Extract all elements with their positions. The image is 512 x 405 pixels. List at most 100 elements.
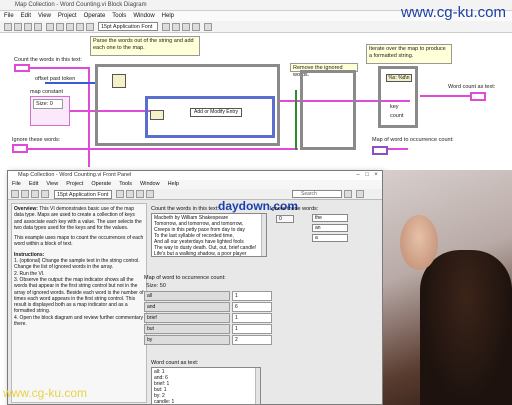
dbl-node[interactable] — [150, 110, 164, 120]
front-panel-title: Map Collection - Word Counting.vi Front … — [8, 171, 382, 180]
instruction-step-3: 3. Observe the output: the map indicator… — [14, 276, 144, 315]
cleanup-icon[interactable] — [204, 23, 212, 31]
map-indicator-terminal[interactable] — [372, 146, 388, 155]
label-ignore-words-fp: Ignore these words: — [270, 206, 319, 212]
map-value-cell[interactable]: 1 — [232, 313, 272, 323]
menu-view[interactable]: View — [38, 11, 51, 21]
fp-run-continuous-icon[interactable] — [21, 190, 29, 198]
text-string-control[interactable]: Macbeth by William Shakespeare Tomorrow,… — [151, 213, 267, 257]
fp-help-icon[interactable] — [356, 190, 364, 198]
fp-reorder-icon[interactable] — [146, 190, 154, 198]
wire-map-indicator — [388, 148, 408, 150]
run-arrow-icon[interactable] — [4, 23, 12, 31]
fp-menu-window[interactable]: Window — [140, 180, 160, 189]
map-key-cell[interactable]: but — [144, 324, 230, 334]
fp-resize-icon[interactable] — [136, 190, 144, 198]
fp-pause-icon[interactable] — [41, 190, 49, 198]
for-loop-remove[interactable] — [300, 70, 356, 150]
step-into-icon[interactable] — [66, 23, 74, 31]
label-word-count-text: Word count as text: — [448, 84, 496, 90]
fp-font-selector[interactable]: 15pt Application Font — [54, 190, 112, 199]
fp-run-arrow-icon[interactable] — [11, 190, 19, 198]
fp-menu-file[interactable]: File — [12, 180, 21, 189]
reorder-icon[interactable] — [192, 23, 200, 31]
step-out-icon[interactable] — [86, 23, 94, 31]
fp-menu-view[interactable]: View — [46, 180, 58, 189]
map-constant-size: Size: 0 — [33, 99, 63, 109]
menu-project[interactable]: Project — [58, 11, 77, 21]
map-constant-box[interactable]: Size: 0 — [30, 96, 70, 126]
retain-wire-values-icon[interactable] — [56, 23, 64, 31]
menu-tools[interactable]: Tools — [112, 11, 126, 21]
fp-distribute-icon[interactable] — [126, 190, 134, 198]
pause-icon[interactable] — [34, 23, 42, 31]
wire-boolean — [295, 90, 297, 150]
abort-icon[interactable] — [24, 23, 32, 31]
align-icon[interactable] — [162, 23, 170, 31]
wire-text — [30, 67, 90, 69]
menu-edit[interactable]: Edit — [21, 11, 31, 21]
run-continuous-icon[interactable] — [14, 23, 22, 31]
word-count-line: candle: 1 — [154, 399, 175, 405]
wire-ignore — [28, 148, 298, 150]
fp-menu-operate[interactable]: Operate — [91, 180, 111, 189]
label-map-occurrence: Map of word to occurrence count: — [372, 137, 454, 143]
ignore-array-index[interactable]: 0 — [276, 215, 294, 223]
match-pattern-node[interactable] — [112, 74, 126, 88]
block-diagram-toolbar: 15pt Application Font — [0, 21, 512, 33]
add-or-modify-entry-node[interactable]: Add or Modify Entry — [190, 108, 242, 117]
instructions-heading: Instructions: — [14, 251, 45, 258]
menu-operate[interactable]: Operate — [84, 11, 106, 21]
inplace-structure[interactable] — [145, 96, 275, 138]
map-value-cell[interactable]: 1 — [232, 291, 272, 301]
menu-file[interactable]: File — [4, 11, 14, 21]
instruction-step-4: 4. Open the block diagram and review fur… — [14, 314, 143, 328]
fp-menu-tools[interactable]: Tools — [119, 180, 132, 189]
ignore-word-cell[interactable]: a — [312, 234, 348, 242]
label-word-count-text-fp: Word count as text: — [151, 360, 199, 366]
close-icon[interactable]: × — [372, 172, 380, 179]
map-value-cell[interactable]: 1 — [232, 324, 272, 334]
map-value-cell[interactable]: 2 — [232, 335, 272, 345]
map-key-cell[interactable]: brief — [144, 313, 230, 323]
map-value-cell[interactable]: 6 — [232, 302, 272, 312]
word-count-string-indicator[interactable]: all: 1 and: 6 brief: 1 but: 1 by: 2 cand… — [151, 367, 261, 405]
ignore-array-terminal[interactable] — [12, 144, 28, 153]
distribute-icon[interactable] — [172, 23, 180, 31]
ignore-word-cell[interactable]: the — [312, 214, 348, 222]
text-scrollbar[interactable] — [261, 214, 266, 256]
menu-window[interactable]: Window — [133, 11, 154, 21]
fp-abort-icon[interactable] — [31, 190, 39, 198]
font-selector[interactable]: 15pt Application Font — [98, 22, 158, 31]
photo-face — [400, 215, 438, 270]
map-key-cell[interactable]: all — [144, 291, 230, 301]
minimize-icon[interactable]: – — [354, 172, 362, 179]
format-string-node[interactable]: %s: %d\n — [386, 74, 412, 82]
text-control-terminal[interactable] — [14, 64, 30, 72]
fp-menu-project[interactable]: Project — [66, 180, 83, 189]
ignore-word-cell[interactable]: an — [312, 224, 348, 232]
front-panel-menubar: File Edit View Project Operate Tools Win… — [8, 180, 382, 189]
fp-menu-edit[interactable]: Edit — [29, 180, 38, 189]
highlight-execution-icon[interactable] — [46, 23, 54, 31]
maximize-icon[interactable]: □ — [363, 172, 371, 179]
watermark-top: www.cg-ku.com — [400, 4, 506, 21]
map-key-cell[interactable]: by — [144, 335, 230, 345]
word-count-indicator-terminal[interactable] — [470, 92, 486, 101]
step-over-icon[interactable] — [76, 23, 84, 31]
overview-heading: Overview: — [14, 206, 38, 212]
menu-help[interactable]: Help — [162, 11, 174, 21]
label-ignore-words: Ignore these words: — [12, 137, 61, 143]
text-line: Life's but a walking shadow, a poor play… — [154, 251, 247, 257]
fp-search-icon[interactable] — [344, 190, 352, 198]
word-count-scrollbar[interactable] — [255, 368, 260, 404]
fp-search-input[interactable]: Search — [292, 190, 342, 198]
map-indicator: Size: 50 all 1 and 6 brief 1 but 1 by 2 — [144, 283, 280, 349]
instruction-step-1: 1. (optional) Change the sample text in … — [14, 258, 140, 271]
map-key-cell[interactable]: and — [144, 302, 230, 312]
fp-align-icon[interactable] — [116, 190, 124, 198]
fp-menu-help[interactable]: Help — [168, 180, 179, 189]
resize-icon[interactable] — [182, 23, 190, 31]
wire-offset — [45, 82, 95, 84]
wire-string-out — [420, 95, 470, 97]
